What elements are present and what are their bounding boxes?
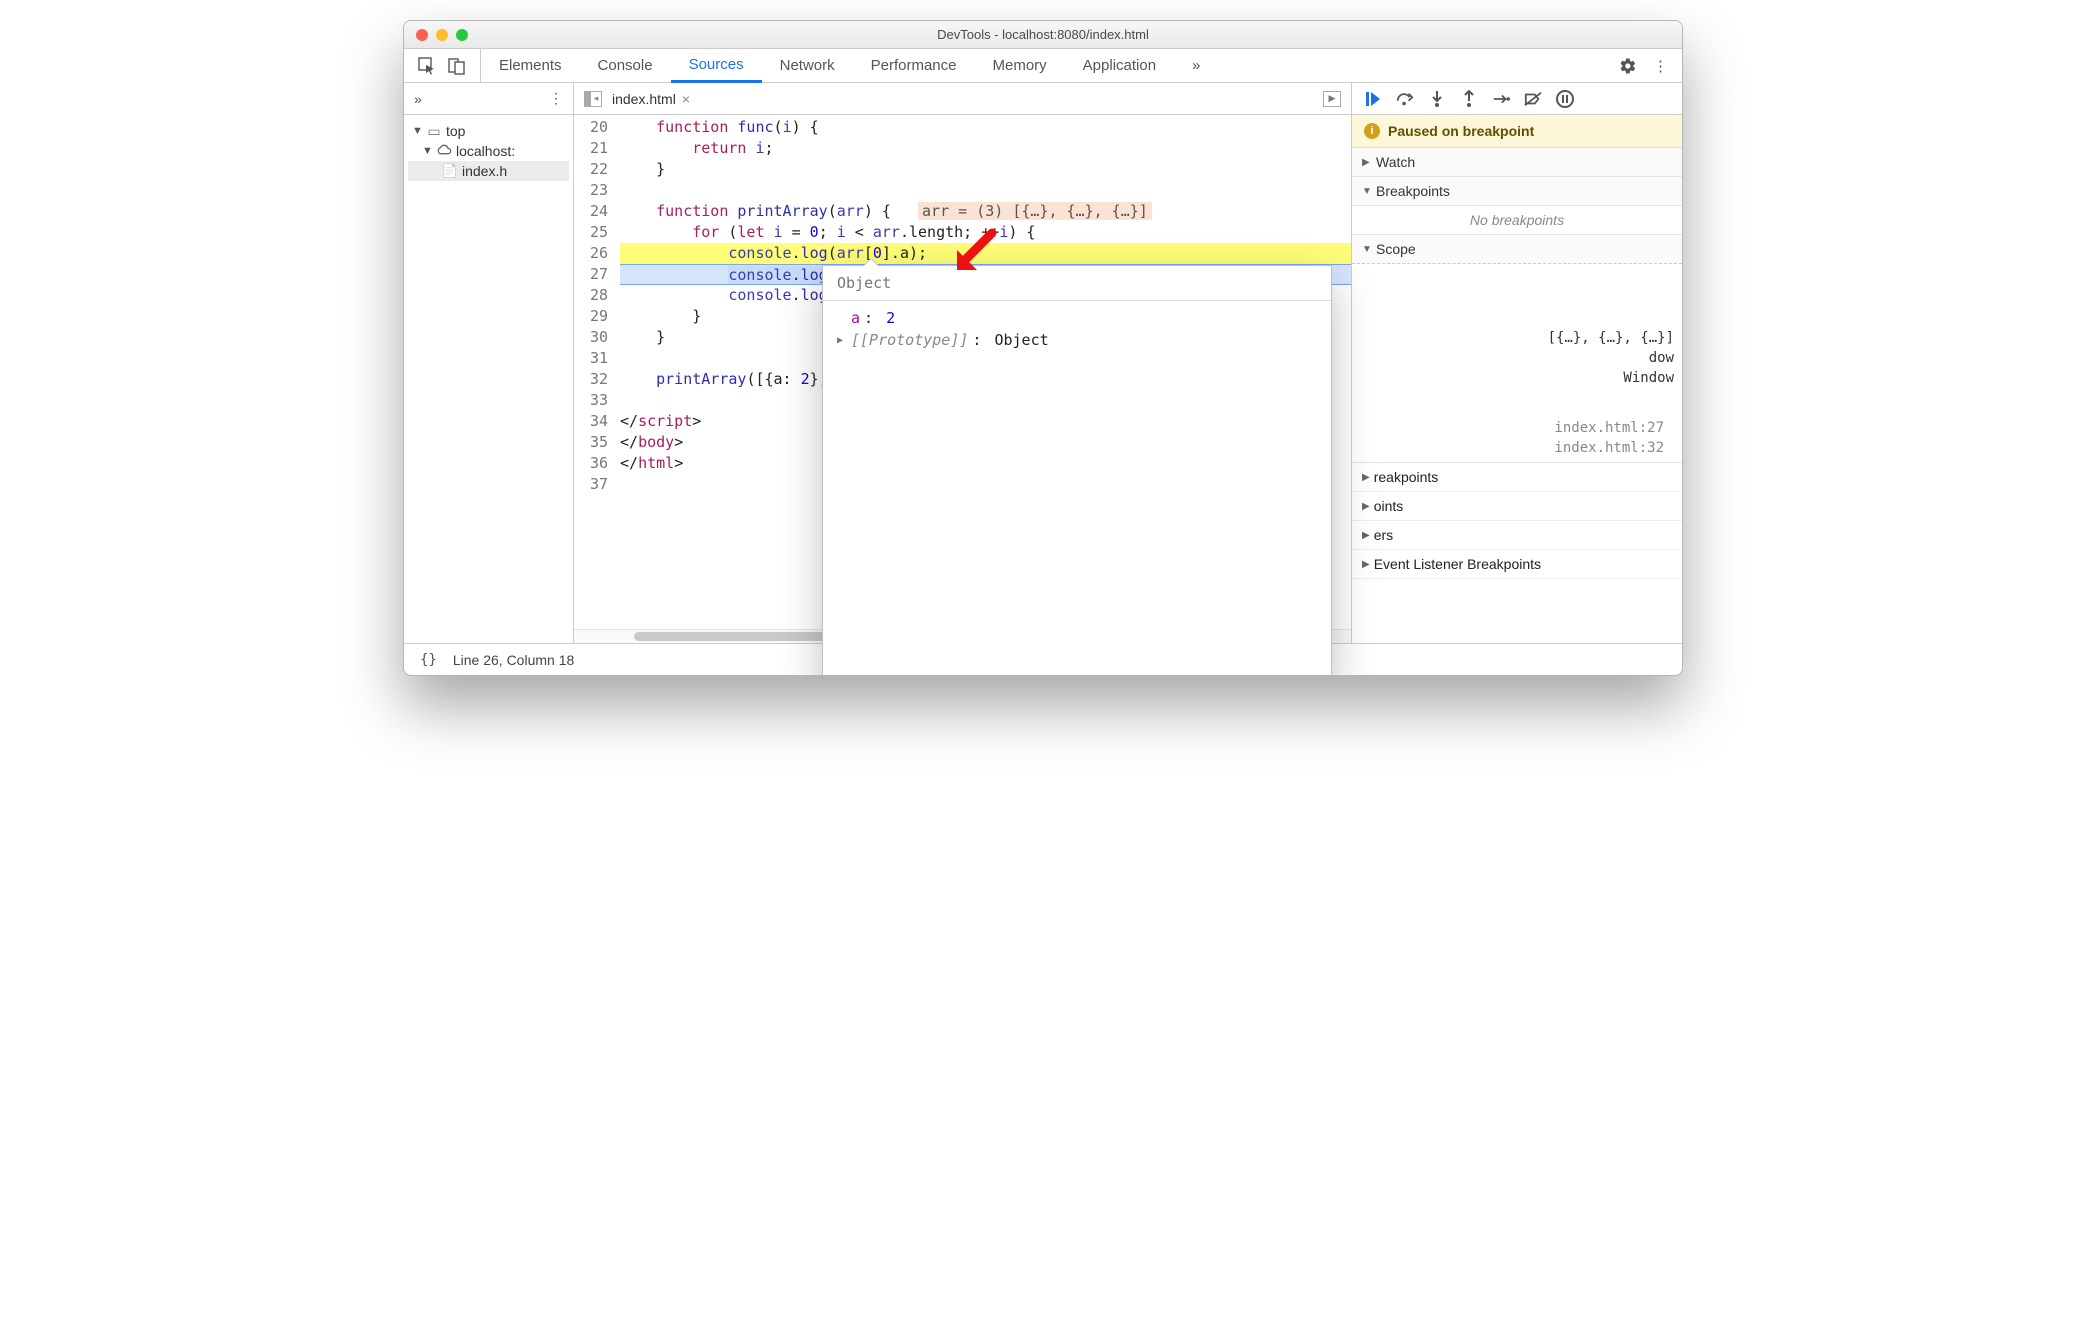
paused-banner: i Paused on breakpoint <box>1352 115 1682 148</box>
step-out-icon[interactable] <box>1460 90 1478 108</box>
editor-tab-label: index.html <box>612 91 676 107</box>
watch-label: Watch <box>1376 154 1415 170</box>
section-item[interactable]: ▶Event Listener Breakpoints <box>1352 550 1682 579</box>
run-snippet-icon[interactable]: ▶ <box>1323 91 1341 107</box>
tooltip-proto-label: [[Prototype]] <box>851 331 968 349</box>
info-icon: i <box>1364 123 1380 139</box>
step-over-icon[interactable] <box>1396 90 1414 108</box>
kebab-menu-icon[interactable]: ⋮ <box>1653 57 1668 75</box>
navigator-more-icon[interactable]: ⋮ <box>549 90 563 107</box>
section-item[interactable]: ▶oints <box>1352 492 1682 521</box>
callstack-location[interactable]: index.html:27 <box>1360 418 1674 438</box>
pause-exceptions-icon[interactable] <box>1556 90 1574 108</box>
step-icon[interactable] <box>1492 90 1510 108</box>
scope-row[interactable]: Window <box>1360 368 1674 388</box>
file-tree: ▼ top ▼ localhost: index.h <box>404 115 573 187</box>
tooltip-proto-val: Object <box>994 331 1048 349</box>
cloud-icon <box>436 143 452 159</box>
tab-application[interactable]: Application <box>1065 49 1174 82</box>
navigator-overflow[interactable]: » <box>414 91 422 107</box>
cursor-position: Line 26, Column 18 <box>453 652 574 668</box>
navigator-head: » ⋮ <box>404 83 573 115</box>
tree-file-label: index.h <box>462 163 507 179</box>
navigator-pane: » ⋮ ▼ top ▼ localhost: ind <box>404 83 574 643</box>
close-tab-icon[interactable]: × <box>682 91 690 107</box>
editor-tabbar: index.html × ▶ <box>574 83 1351 115</box>
tooltip-property-row[interactable]: a: 2 <box>837 307 1317 329</box>
tooltip-title: Object <box>823 266 1331 301</box>
section-item[interactable]: ▶reakpoints <box>1352 463 1682 492</box>
tree-origin[interactable]: ▼ localhost: <box>408 141 569 161</box>
panel-tabs: Elements Console Sources Network Perform… <box>481 49 1218 82</box>
paused-label: Paused on breakpoint <box>1388 123 1534 139</box>
debugger-toolbar <box>1352 83 1682 115</box>
callstack-location[interactable]: index.html:32 <box>1360 438 1674 458</box>
devtools-window: DevTools - localhost:8080/index.html Ele… <box>403 20 1683 676</box>
scope-body: [{…}, {…}, {…}] dow Window index.html:27… <box>1352 264 1682 463</box>
section-scope[interactable]: ▼Scope <box>1352 235 1682 264</box>
main-toolbar: Elements Console Sources Network Perform… <box>404 49 1682 83</box>
object-hover-tooltip: Object a: 2 ▶ [[Prototype]]: Object <box>822 265 1332 676</box>
scope-row[interactable]: dow <box>1360 348 1674 368</box>
step-into-icon[interactable] <box>1428 90 1446 108</box>
tooltip-prototype-row[interactable]: ▶ [[Prototype]]: Object <box>837 329 1317 351</box>
deactivate-breakpoints-icon[interactable] <box>1524 90 1542 108</box>
line-gutter: 202122232425262728293031323334353637 <box>574 115 614 629</box>
file-icon <box>442 163 458 179</box>
tree-top-label: top <box>446 123 465 139</box>
device-toolbar-icon[interactable] <box>448 57 466 75</box>
resume-icon[interactable] <box>1364 90 1382 108</box>
traffic-lights <box>404 29 468 41</box>
settings-gear-icon[interactable] <box>1619 57 1637 75</box>
tab-memory[interactable]: Memory <box>975 49 1065 82</box>
window-title: DevTools - localhost:8080/index.html <box>404 27 1682 42</box>
tree-file-index[interactable]: index.h <box>408 161 569 181</box>
sources-body: » ⋮ ▼ top ▼ localhost: ind <box>404 83 1682 643</box>
tooltip-body: a: 2 ▶ [[Prototype]]: Object <box>823 301 1331 357</box>
tree-origin-label: localhost: <box>456 143 515 159</box>
scope-label: Scope <box>1376 241 1416 257</box>
titlebar: DevTools - localhost:8080/index.html <box>404 21 1682 49</box>
tabs-overflow[interactable]: » <box>1174 49 1218 82</box>
inspect-element-icon[interactable] <box>418 57 436 75</box>
section-breakpoints[interactable]: ▼Breakpoints <box>1352 177 1682 206</box>
lower-sections: ▶reakpoints ▶oints ▶ers ▶Event Listener … <box>1352 463 1682 579</box>
toggle-navigator-icon[interactable] <box>584 91 602 107</box>
close-window-button[interactable] <box>416 29 428 41</box>
scope-row[interactable]: [{…}, {…}, {…}] <box>1360 328 1674 348</box>
tab-performance[interactable]: Performance <box>853 49 975 82</box>
minimize-window-button[interactable] <box>436 29 448 41</box>
tab-elements[interactable]: Elements <box>481 49 580 82</box>
tab-network[interactable]: Network <box>762 49 853 82</box>
debugger-pane: i Paused on breakpoint ▶Watch ▼Breakpoin… <box>1352 83 1682 643</box>
section-watch[interactable]: ▶Watch <box>1352 148 1682 177</box>
editor-tab-index[interactable]: index.html × <box>612 91 690 107</box>
zoom-window-button[interactable] <box>456 29 468 41</box>
tree-top-frame[interactable]: ▼ top <box>408 121 569 141</box>
tab-console[interactable]: Console <box>580 49 671 82</box>
tooltip-prop-key: a <box>851 309 860 327</box>
tab-sources[interactable]: Sources <box>671 49 762 83</box>
tooltip-prop-val: 2 <box>886 309 895 327</box>
frame-icon <box>426 123 442 139</box>
no-breakpoints-text: No breakpoints <box>1352 206 1682 235</box>
section-item[interactable]: ▶ers <box>1352 521 1682 550</box>
pretty-print-icon[interactable]: {} <box>420 652 437 668</box>
breakpoints-label: Breakpoints <box>1376 183 1450 199</box>
